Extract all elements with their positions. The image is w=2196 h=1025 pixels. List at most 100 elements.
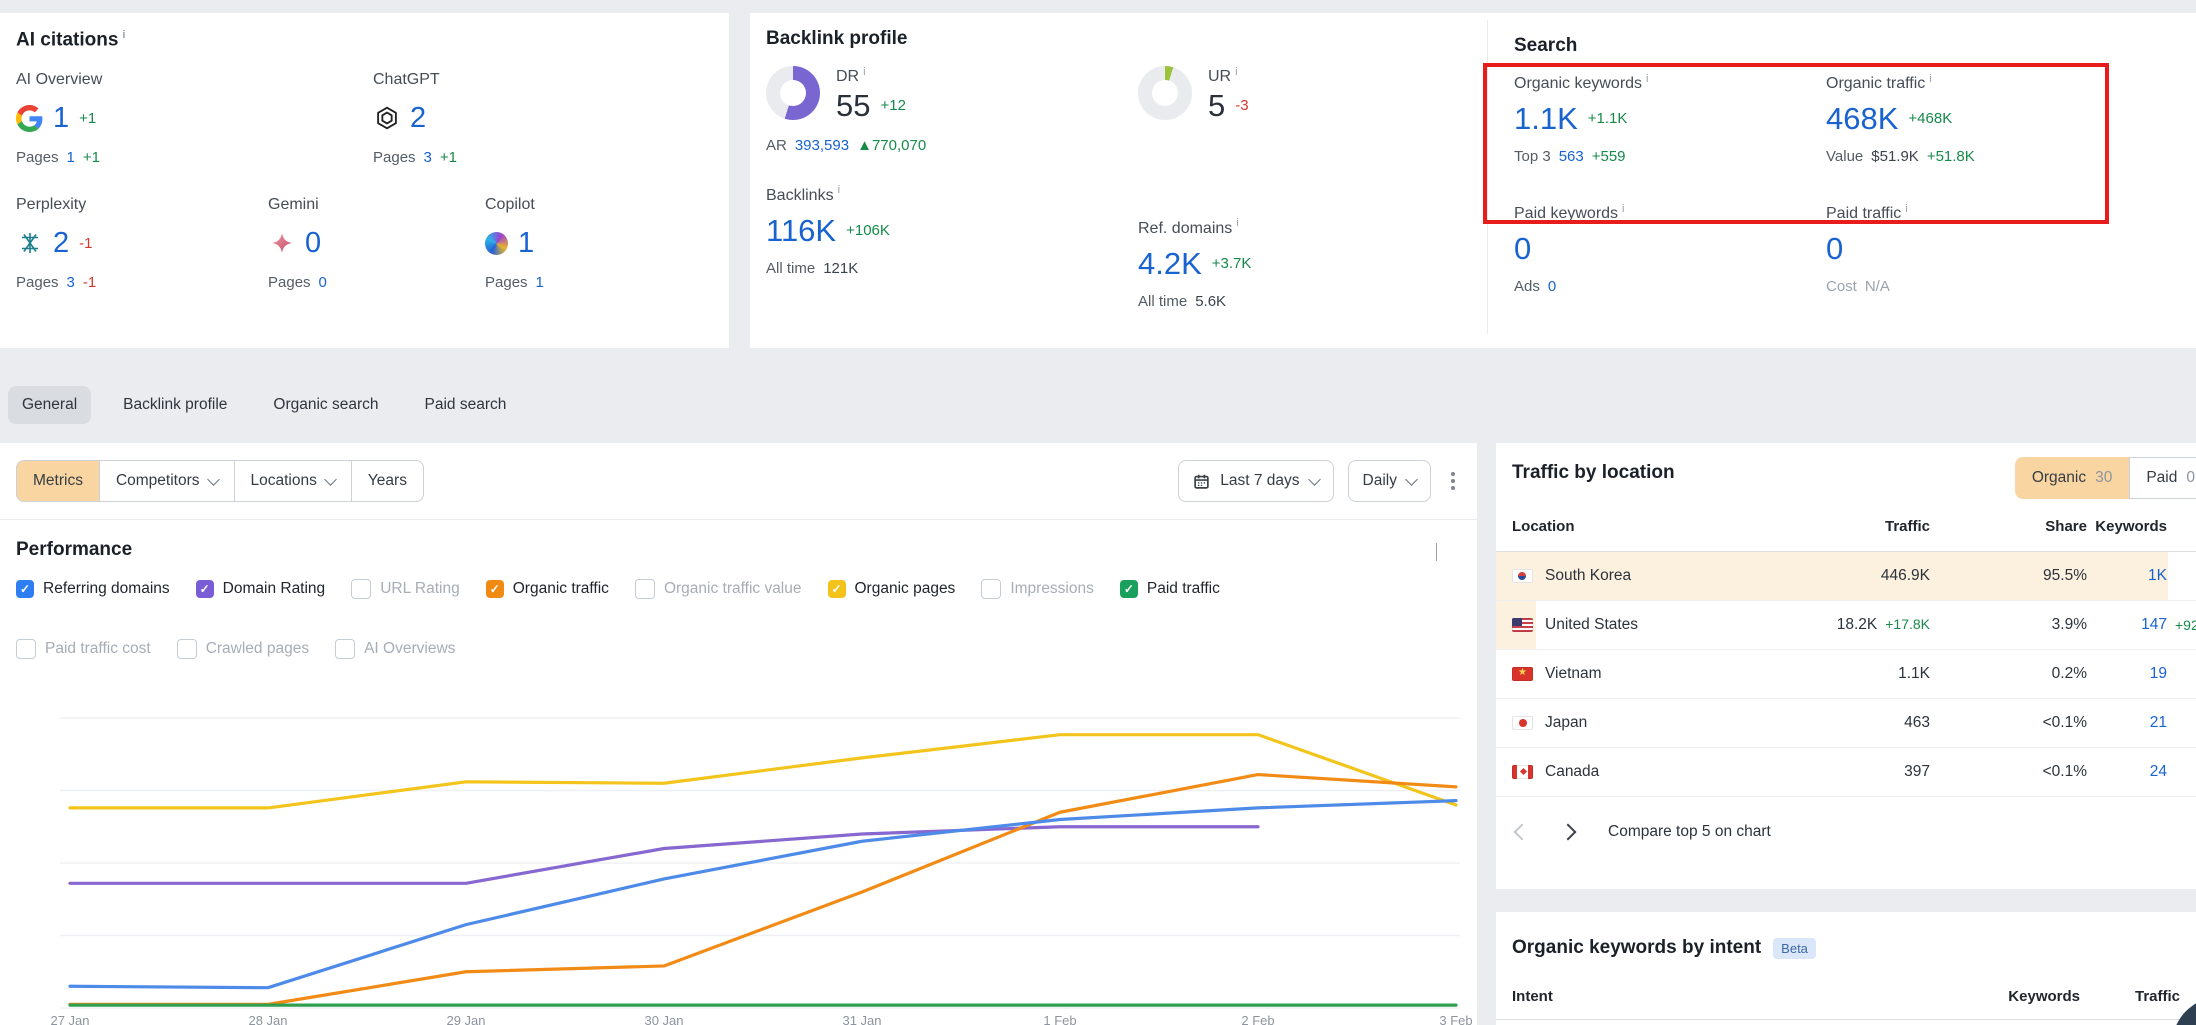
table-row-south-korea[interactable]: South Korea 446.9K 95.5% 1K — [1496, 552, 2196, 601]
paid-traffic-value[interactable]: 0 — [1826, 233, 1843, 264]
granularity-dropdown[interactable]: Daily — [1348, 460, 1431, 502]
dr-value: 55 — [836, 90, 870, 121]
chatgpt-value[interactable]: 2 — [410, 104, 426, 133]
chatgpt-metric: ChatGPT 2 Pages 3 +1 — [373, 71, 457, 166]
tab-organic-search[interactable]: Organic search — [259, 386, 392, 424]
search-section: Search Organic keywords 1.1K +1.1K Top 3… — [1487, 20, 2180, 334]
previous-page-icon[interactable] — [1514, 823, 1531, 840]
perplexity-value[interactable]: 2 — [53, 229, 69, 258]
years-button[interactable]: Years — [351, 460, 424, 502]
canada-flag-icon — [1512, 765, 1533, 779]
paid-keywords-value[interactable]: 0 — [1514, 233, 1531, 264]
table-row-united-states[interactable]: United States 18.2K+17.8K 3.9% 147 +92 — [1496, 601, 2196, 650]
filter-group: Metrics Competitors Locations Years — [16, 460, 424, 502]
location-table-header: Location Traffic Share Keywords — [1496, 502, 2196, 552]
ahrefs-rank: AR 393,593 ▲770,070 — [766, 137, 1138, 154]
checkbox-referring-domains[interactable]: Referring domains — [16, 580, 170, 598]
ai-overview-metric: AI Overview 1 +1 Pages 1 +1 — [16, 71, 373, 166]
organic-keywords-value-link[interactable]: 1.1K — [1514, 103, 1578, 134]
ai-citations-title: AI citations — [16, 29, 713, 51]
performance-chart — [60, 672, 1460, 1012]
tab-backlink-profile[interactable]: Backlink profile — [109, 386, 241, 424]
calendar-icon — [1193, 473, 1210, 490]
table-row-japan[interactable]: Japan 463 <0.1% 21 — [1496, 699, 2196, 748]
competitors-dropdown[interactable]: Competitors — [99, 460, 235, 502]
tab-general[interactable]: General — [8, 386, 91, 424]
keywords-link[interactable]: 1K — [2087, 567, 2167, 585]
overview-tabs: General Backlink profile Organic search … — [8, 386, 520, 424]
gemini-value[interactable]: 0 — [305, 229, 321, 258]
table-row-vietnam[interactable]: Vietnam 1.1K 0.2% 19 — [1496, 650, 2196, 699]
keywords-by-intent-panel: Organic keywords by intent Beta Intent K… — [1496, 912, 2196, 1025]
vietnam-flag-icon — [1512, 667, 1533, 681]
dr-donut-icon — [766, 66, 820, 120]
copilot-metric: Copilot 1 Pages 1 — [485, 196, 544, 291]
ai-citations-row-2: Perplexity 2 -1 Pages 3 -1 Gemini — [16, 196, 713, 291]
copilot-value[interactable]: 1 — [518, 229, 534, 258]
chevron-down-icon — [324, 473, 337, 486]
checkbox-domain-rating[interactable]: Domain Rating — [196, 580, 326, 598]
checkbox-organic-traffic[interactable]: Organic traffic — [486, 580, 609, 598]
tab-paid-search[interactable]: Paid search — [411, 386, 521, 424]
compare-top5-button[interactable]: Compare top 5 on chart — [1608, 823, 1771, 841]
organic-traffic-value-link[interactable]: 468K — [1826, 103, 1898, 134]
series-organic-pages — [70, 735, 1456, 808]
backlinks-metric: Backlinks 116K +106K All time 121K — [766, 184, 1138, 276]
ai-overview-value[interactable]: 1 — [53, 104, 69, 133]
chevron-down-icon — [207, 473, 220, 486]
ai-citations-row-1: AI Overview 1 +1 Pages 1 +1 ChatGPT — [16, 71, 713, 166]
more-options-kebab-icon[interactable] — [1445, 466, 1461, 496]
chart-x-axis-labels: 27 Jan28 Jan29 Jan30 Jan31 Jan1 Feb2 Feb… — [60, 1013, 1460, 1025]
pages-link[interactable]: 1 — [536, 274, 544, 291]
checkbox-paid-traffic[interactable]: Paid traffic — [1120, 580, 1220, 598]
keywords-link[interactable]: 147 — [2087, 616, 2167, 634]
openai-icon — [373, 105, 400, 132]
checkbox-paid-traffic-cost[interactable]: Paid traffic cost — [16, 639, 151, 659]
checkbox-url-rating[interactable]: URL Rating — [351, 579, 460, 599]
ref-domains-value-link[interactable]: 4.2K — [1138, 248, 1202, 279]
organic-paid-toggle: Organic30 Paid0 — [2015, 457, 2196, 499]
ar-value-link[interactable]: 393,593 — [795, 137, 849, 154]
pages-link[interactable]: 3 — [424, 149, 432, 166]
checkbox-crawled-pages[interactable]: Crawled pages — [177, 639, 309, 659]
pages-link[interactable]: 1 — [67, 149, 75, 166]
performance-title: Performance — [16, 540, 132, 561]
gemini-icon — [268, 230, 295, 257]
ur-donut-icon — [1138, 66, 1192, 120]
paid-keywords-metric: Paid keywords 0 Ads 0 — [1514, 203, 1826, 295]
checkbox-organic-traffic-value[interactable]: Organic traffic value — [635, 579, 802, 599]
location-pagination: Compare top 5 on chart — [1496, 797, 2196, 841]
pages-link[interactable]: 3 — [67, 274, 75, 291]
performance-panel: Metrics Competitors Locations Years Last… — [0, 443, 1477, 1025]
search-title: Search — [1514, 36, 2180, 57]
checkbox-organic-pages[interactable]: Organic pages — [828, 580, 956, 598]
beta-badge: Beta — [1773, 938, 1816, 959]
keywords-link[interactable]: 24 — [2087, 763, 2167, 781]
united-states-flag-icon — [1512, 618, 1533, 632]
pages-link[interactable]: 0 — [319, 274, 327, 291]
toggle-paid[interactable]: Paid0 — [2129, 457, 2196, 499]
location-table: Location Traffic Share Keywords South Ko… — [1496, 502, 2196, 797]
keywords-link[interactable]: 19 — [2087, 665, 2167, 683]
chevron-down-icon — [1405, 473, 1418, 486]
next-page-icon[interactable] — [1560, 823, 1577, 840]
checkbox-impressions[interactable]: Impressions — [981, 579, 1094, 599]
date-range-dropdown[interactable]: Last 7 days — [1178, 460, 1333, 502]
chevron-down-icon — [1308, 473, 1321, 486]
paid-traffic-metric: Paid traffic 0 Cost N/A — [1826, 203, 2180, 295]
url-rating-gauge: UR 5 -3 — [1138, 66, 1487, 121]
top3-link[interactable]: 563 — [1559, 148, 1584, 165]
checkbox-ai-overviews[interactable]: AI Overviews — [335, 639, 455, 659]
locations-dropdown[interactable]: Locations — [234, 460, 352, 502]
collapse-section-button[interactable] — [1436, 543, 1437, 561]
metrics-button[interactable]: Metrics — [16, 460, 100, 502]
backlinks-value-link[interactable]: 116K — [766, 215, 836, 246]
keywords-link[interactable]: 21 — [2087, 714, 2167, 732]
intent-panel-title: Organic keywords by intent — [1512, 938, 1761, 959]
google-icon — [16, 105, 43, 132]
toggle-organic[interactable]: Organic30 — [2015, 457, 2130, 499]
ur-value: 5 — [1208, 90, 1225, 121]
perplexity-metric: Perplexity 2 -1 Pages 3 -1 — [16, 196, 268, 291]
south-korea-flag-icon — [1512, 569, 1533, 583]
table-row-canada[interactable]: Canada 397 <0.1% 24 — [1496, 748, 2196, 797]
